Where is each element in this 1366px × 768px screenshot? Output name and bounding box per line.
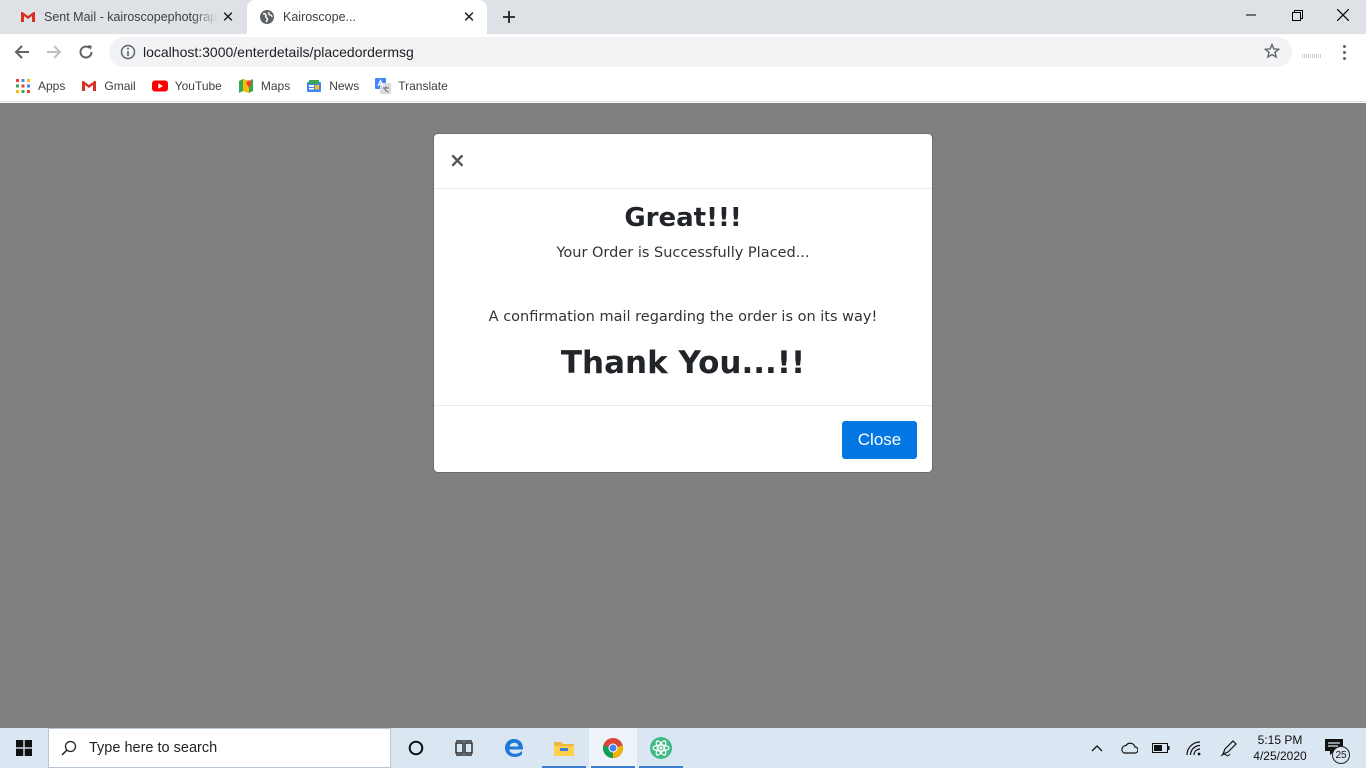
pen-icon xyxy=(1220,740,1237,757)
close-window-button[interactable] xyxy=(1320,0,1366,30)
reload-button[interactable] xyxy=(72,38,100,66)
browser-tab-strip: Sent Mail - kairoscopephotgraph ✕ Kairos… xyxy=(0,0,1366,34)
bookmark-gmail[interactable]: Gmail xyxy=(81,78,136,94)
search-icon xyxy=(49,740,89,756)
close-icon xyxy=(1337,9,1349,21)
cortana-icon xyxy=(408,740,424,756)
bookmark-apps[interactable]: Apps xyxy=(15,78,65,94)
bookmark-translate[interactable]: Translate xyxy=(375,77,448,94)
show-hidden-icons-button[interactable] xyxy=(1086,728,1108,768)
task-view-icon xyxy=(455,740,473,756)
windows-logo-icon xyxy=(16,740,32,756)
action-center-button[interactable]: 25 xyxy=(1320,736,1350,764)
address-bar[interactable]: localhost:3000/enterdetails/placedorderm… xyxy=(109,37,1292,67)
info-icon[interactable] xyxy=(113,44,143,60)
tab-title: Sent Mail - kairoscopephotgraph xyxy=(44,10,218,24)
forward-button[interactable] xyxy=(40,38,68,66)
apps-grid-icon xyxy=(15,78,31,94)
battery-button[interactable] xyxy=(1150,728,1172,768)
folder-icon xyxy=(554,742,574,756)
gmail-icon xyxy=(81,78,97,94)
edge-icon xyxy=(505,739,523,757)
close-button[interactable]: Close xyxy=(842,421,917,459)
chrome-icon xyxy=(602,738,624,759)
gmail-icon xyxy=(20,9,36,25)
url-text: localhost:3000/enterdetails/placedorderm… xyxy=(143,44,414,60)
onedrive-button[interactable] xyxy=(1116,728,1142,768)
order-success-modal: × Great!!! Your Order is Successfully Pl… xyxy=(433,133,933,473)
chrome-app-button[interactable] xyxy=(589,728,637,768)
windows-taskbar: Type here to search 5:15 PM 4/25/2020 25 xyxy=(0,728,1366,768)
minimize-button[interactable] xyxy=(1228,0,1274,30)
search-placeholder: Type here to search xyxy=(89,740,218,756)
translate-icon xyxy=(375,77,392,94)
new-tab-button[interactable] xyxy=(497,5,521,29)
maps-icon xyxy=(238,78,254,94)
wifi-icon xyxy=(1186,741,1201,756)
restore-button[interactable] xyxy=(1274,0,1320,30)
globe-icon xyxy=(259,9,275,25)
pen-workspace-button[interactable] xyxy=(1216,728,1242,768)
modal-backdrop[interactable]: × Great!!! Your Order is Successfully Pl… xyxy=(0,103,1366,728)
plus-icon xyxy=(503,11,515,23)
browser-menu-icon[interactable] xyxy=(1336,42,1352,62)
taskbar-search-box[interactable]: Type here to search xyxy=(48,728,391,768)
bookmark-youtube[interactable]: YouTube xyxy=(151,78,222,94)
modal-header: × xyxy=(434,134,932,189)
bookmark-star-icon[interactable] xyxy=(1263,42,1281,64)
bookmark-label: Maps xyxy=(260,78,291,93)
task-view-button[interactable] xyxy=(440,728,488,768)
bookmark-label: Gmail xyxy=(104,78,136,93)
restore-icon xyxy=(1291,9,1303,21)
battery-icon xyxy=(1152,743,1170,753)
back-button[interactable] xyxy=(8,38,36,66)
start-button[interactable] xyxy=(0,728,48,768)
youtube-icon xyxy=(151,78,168,94)
atom-app-button[interactable] xyxy=(637,728,685,768)
bookmark-maps[interactable]: Maps xyxy=(238,78,290,94)
bookmark-label: News xyxy=(329,78,360,93)
system-clock[interactable]: 5:15 PM 4/25/2020 xyxy=(1248,732,1312,764)
bookmark-label: Translate xyxy=(398,78,448,93)
file-explorer-button[interactable] xyxy=(540,728,588,768)
news-icon xyxy=(306,78,322,94)
reload-icon xyxy=(79,45,93,59)
edge-app-button[interactable] xyxy=(490,728,538,768)
order-placed-text: Your Order is Successfully Placed... xyxy=(556,245,810,261)
bookmarks-bar: Apps Gmail YouTube Maps News Translate xyxy=(0,70,1366,102)
tab-title: Kairoscope... xyxy=(283,10,356,24)
tab-kairoscope[interactable]: Kairoscope... ✕ xyxy=(247,0,487,34)
success-heading: Great!!! xyxy=(624,203,742,233)
thank-you-heading: Thank You...!! xyxy=(560,345,806,381)
close-tab-icon[interactable]: ✕ xyxy=(218,7,238,27)
chevron-up-icon xyxy=(1091,745,1103,752)
bookmark-label: Apps xyxy=(38,78,66,93)
clock-time: 5:15 PM xyxy=(1257,733,1303,747)
bookmark-news[interactable]: News xyxy=(306,78,359,94)
cortana-button[interactable] xyxy=(392,728,440,768)
extension-icon[interactable] xyxy=(1301,47,1323,60)
confirmation-message: A confirmation mail regarding the order … xyxy=(488,309,878,325)
modal-body: Great!!! Your Order is Successfully Plac… xyxy=(434,189,932,405)
close-tab-icon[interactable]: ✕ xyxy=(459,7,479,27)
notification-count-badge: 25 xyxy=(1332,746,1350,764)
arrow-left-icon xyxy=(14,45,29,59)
cloud-icon xyxy=(1121,742,1138,754)
browser-toolbar: localhost:3000/enterdetails/placedorderm… xyxy=(0,34,1366,70)
network-button[interactable] xyxy=(1182,728,1206,768)
minimize-icon xyxy=(1246,14,1256,16)
tab-sent-mail[interactable]: Sent Mail - kairoscopephotgraph ✕ xyxy=(8,0,246,34)
clock-date: 4/25/2020 xyxy=(1253,749,1307,763)
modal-close-icon[interactable]: × xyxy=(449,149,466,171)
modal-footer: Close xyxy=(434,405,932,472)
bookmark-label: YouTube xyxy=(174,78,222,93)
arrow-right-icon xyxy=(47,45,62,59)
atom-icon xyxy=(650,737,672,759)
